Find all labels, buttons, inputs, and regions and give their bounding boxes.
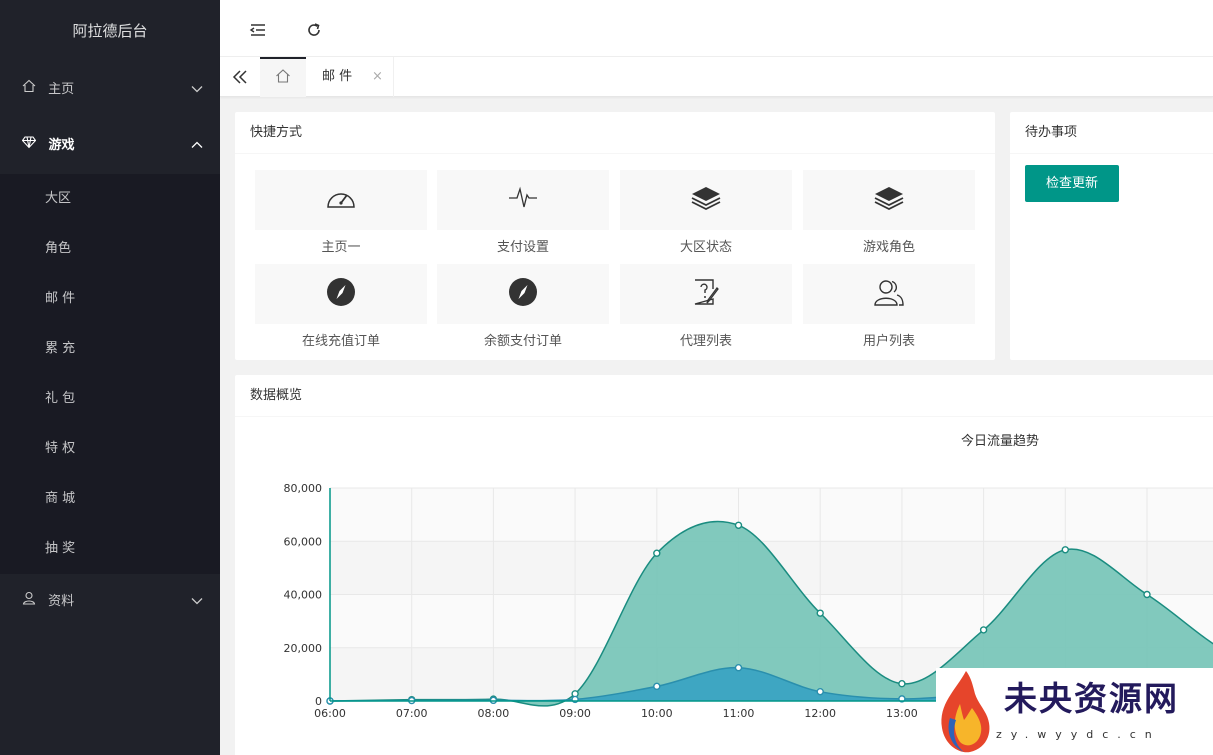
refresh-icon[interactable] — [304, 20, 324, 40]
data-point — [816, 687, 824, 696]
layers-icon — [691, 185, 721, 215]
dashboard-icon — [325, 185, 357, 215]
tab-label: 邮 件 — [322, 69, 353, 84]
shortcut-label: 余额支付订单 — [483, 334, 562, 349]
sidebar-subitem[interactable]: 角色 — [0, 224, 220, 274]
tab-mail[interactable]: 邮 件 × — [306, 57, 394, 97]
sidebar-item-profile[interactable]: 资料 — [0, 574, 220, 630]
tab-close-icon[interactable]: × — [372, 57, 383, 97]
sidebar-item-label: 游戏 — [48, 138, 75, 153]
watermark-url: zy.wyydc.cn — [996, 728, 1161, 741]
sidebar-subitem[interactable]: 特 权 — [0, 424, 220, 474]
help-doc-icon — [691, 277, 721, 311]
flame-logo-icon — [941, 671, 990, 753]
sidebar-subitem[interactable]: 抽 奖 — [0, 524, 220, 574]
x-tick-label: 08:00 — [478, 707, 510, 720]
x-tick-label: 12:00 — [804, 707, 836, 720]
y-tick-label: 20,000 — [284, 642, 323, 655]
compass-icon — [326, 277, 356, 311]
chevron-down-icon — [190, 62, 204, 118]
data-point — [816, 609, 824, 617]
data-point — [898, 679, 906, 688]
tab-scroll-left-icon[interactable] — [220, 57, 260, 97]
sidebar-item-home[interactable]: 主页 — [0, 62, 220, 118]
sidebar-subitem[interactable]: 累 充 — [0, 324, 220, 374]
tab-bar: 邮 件 × — [220, 57, 1213, 97]
shortcut-item[interactable]: 在线充值订单 — [255, 264, 427, 356]
watermark-text: 未央资源网 — [1004, 679, 1179, 718]
sidebar-item-label: 主页 — [48, 82, 75, 97]
menu-fold-icon[interactable] — [248, 20, 268, 40]
sidebar-subitem[interactable]: 礼 包 — [0, 374, 220, 424]
sidebar-subitem[interactable]: 邮 件 — [0, 274, 220, 324]
pulse-icon — [508, 185, 538, 215]
sidebar: 阿拉德后台 主页 游戏 大区 角色 邮 件 累 充 礼 包 特 权 商 城 抽 … — [0, 0, 220, 755]
shortcut-label: 支付设置 — [496, 240, 549, 255]
layers-icon — [874, 185, 904, 215]
shortcut-item[interactable]: 代理列表 — [620, 264, 792, 356]
sidebar-item-label: 资料 — [48, 594, 75, 609]
shortcut-label: 代理列表 — [679, 334, 732, 349]
todo-card: 待办事项 检查更新 — [1010, 112, 1213, 360]
data-point — [979, 626, 988, 634]
app-logo-title: 阿拉德后台 — [72, 22, 148, 40]
home-icon — [275, 68, 291, 88]
x-tick-label: 09:00 — [559, 707, 591, 720]
data-point — [1143, 590, 1151, 599]
data-point — [653, 682, 661, 691]
x-tick-label: 07:00 — [396, 707, 428, 720]
shortcut-item[interactable]: 游戏角色 — [803, 170, 975, 262]
sidebar-subitem[interactable]: 商 城 — [0, 474, 220, 524]
shortcuts-card: 快捷方式 主页一 支付设置 大区状态 游戏角色 在线充值订单 余额支付订单 代理… — [235, 112, 995, 360]
data-point — [734, 521, 743, 529]
home-icon — [20, 62, 38, 118]
x-tick-label: 11:00 — [723, 707, 755, 720]
x-tick-label: 10:00 — [641, 707, 673, 720]
sidebar-subitem[interactable]: 大区 — [0, 174, 220, 224]
card-title: 快捷方式 — [235, 112, 995, 154]
users-icon — [873, 277, 905, 311]
data-point — [1061, 546, 1069, 554]
check-update-button[interactable]: 检查更新 — [1025, 165, 1119, 202]
shortcut-label: 游戏角色 — [862, 240, 915, 255]
chevron-up-icon — [190, 118, 204, 174]
diamond-icon — [20, 118, 38, 174]
shortcut-item[interactable]: 支付设置 — [437, 170, 609, 262]
shortcut-label: 大区状态 — [679, 240, 732, 255]
chevron-down-icon — [190, 574, 204, 630]
shortcut-item[interactable]: 用户列表 — [803, 264, 975, 356]
user-icon — [20, 574, 38, 630]
x-tick-label: 06:00 — [314, 707, 346, 720]
compass-icon — [508, 277, 538, 311]
sidebar-item-game[interactable]: 游戏 — [0, 118, 220, 174]
data-point — [653, 549, 661, 557]
card-title: 待办事项 — [1010, 112, 1213, 154]
shortcut-label: 用户列表 — [862, 334, 915, 349]
y-tick-label: 40,000 — [284, 589, 323, 602]
sidebar-submenu-game: 大区 角色 邮 件 累 充 礼 包 特 权 商 城 抽 奖 — [0, 174, 220, 574]
shortcut-item[interactable]: 余额支付订单 — [437, 264, 609, 356]
grid-band — [330, 488, 1213, 542]
y-tick-label: 60,000 — [284, 535, 323, 548]
data-point — [734, 664, 743, 672]
watermark-logo: 未央资源网 zy.wyydc.cn — [936, 668, 1213, 755]
shortcut-label: 在线充值订单 — [301, 334, 380, 349]
x-tick-label: 13:00 — [886, 707, 918, 720]
shortcut-item[interactable]: 主页一 — [255, 170, 427, 262]
tab-home[interactable] — [260, 57, 306, 97]
shortcut-item[interactable]: 大区状态 — [620, 170, 792, 262]
y-tick-label: 80,000 — [284, 482, 323, 495]
top-header — [220, 0, 1213, 57]
shortcut-label: 主页一 — [321, 240, 361, 255]
